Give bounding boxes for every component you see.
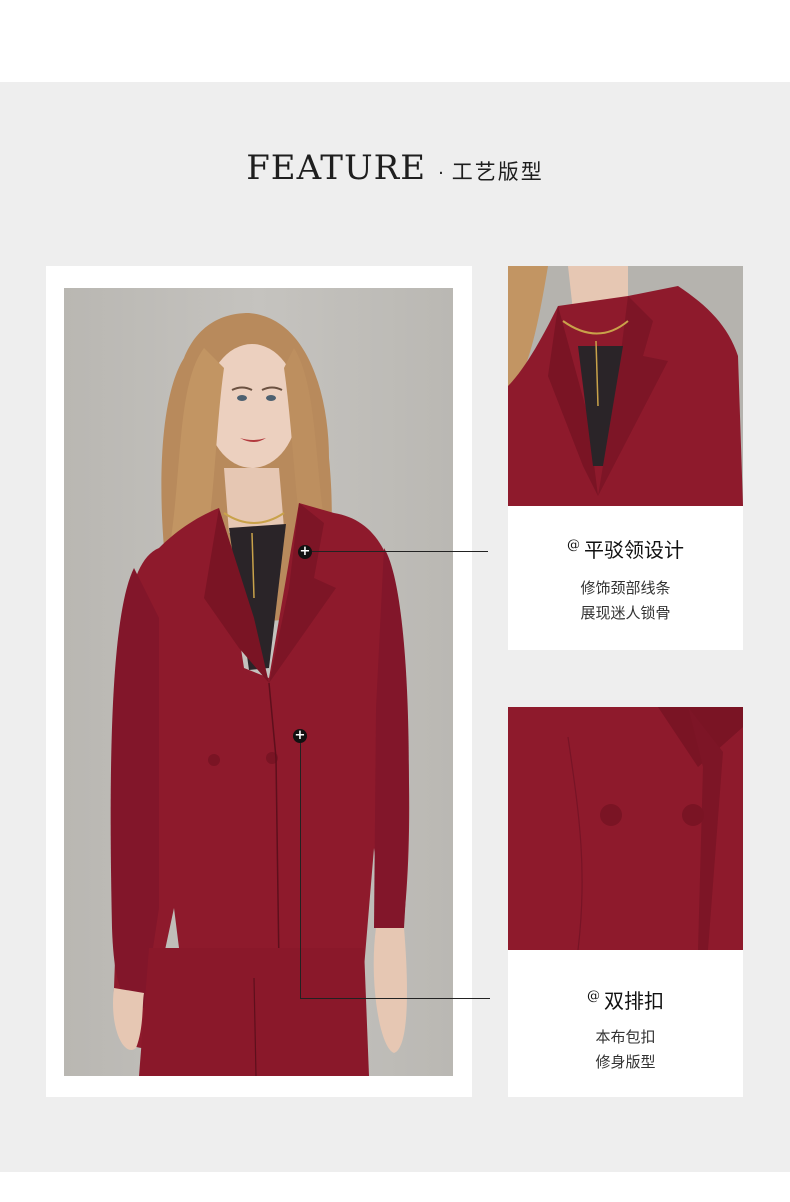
buttons-illustration — [508, 707, 743, 950]
feature-desc-line: 修饰颈部线条 — [580, 579, 671, 597]
model-photo — [64, 288, 453, 1076]
callout-line-buttons-vertical — [300, 743, 301, 998]
feature-heading: FEATURE · 工艺版型 — [0, 148, 790, 198]
hotspot-buttons[interactable]: + — [293, 729, 307, 743]
collar-illustration — [508, 266, 743, 506]
feature-desc-line: 展现迷人锁骨 — [580, 604, 671, 622]
heading-separator: · — [438, 163, 444, 184]
heading-chinese: 工艺版型 — [451, 160, 544, 184]
feature-desc-line: 本布包扣 — [595, 1028, 656, 1046]
feature-desc-line: 修身版型 — [595, 1053, 656, 1071]
callout-line-buttons-horizontal — [300, 998, 490, 999]
feature-desc-buttons: 本布包扣 修身版型 — [508, 1025, 743, 1075]
callout-line-collar — [312, 551, 488, 552]
feature-marker: @ — [587, 989, 600, 1005]
feature-title-text: 平驳领设计 — [584, 538, 684, 562]
model-illustration — [110, 313, 410, 1076]
feature-marker: @ — [567, 538, 580, 554]
feature-card-collar: @ 平驳领设计 修饰颈部线条 展现迷人锁骨 — [508, 266, 743, 650]
hotspot-collar[interactable]: + — [298, 545, 312, 559]
heading-english: FEATURE — [246, 148, 427, 188]
feature-desc-collar: 修饰颈部线条 展现迷人锁骨 — [508, 576, 743, 626]
feature-card-buttons: @ 双排扣 本布包扣 修身版型 — [508, 707, 743, 1097]
buttons-detail-photo — [508, 707, 743, 950]
feature-title-text: 双排扣 — [604, 989, 664, 1013]
feature-title-buttons: @ 双排扣 — [508, 985, 743, 1014]
collar-detail-photo — [508, 266, 743, 506]
feature-title-collar: @ 平驳领设计 — [508, 534, 743, 563]
